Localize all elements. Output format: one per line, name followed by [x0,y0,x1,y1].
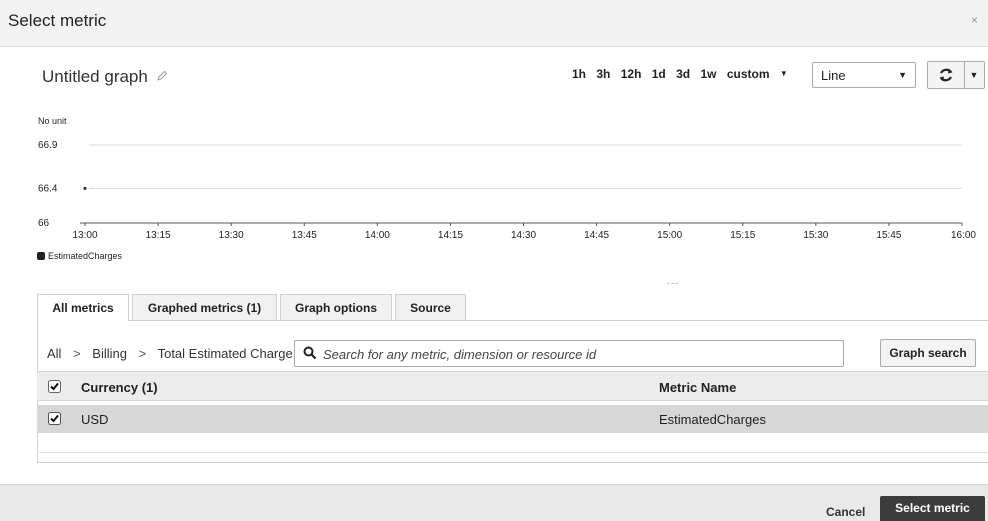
y-tick-label: 66.4 [38,183,58,194]
row-currency: USD [81,412,109,427]
time-range-3h[interactable]: 3h [596,67,610,81]
select-all-checkbox[interactable] [48,380,61,393]
graph-search-button[interactable]: Graph search [880,339,976,367]
cancel-button[interactable]: Cancel [826,505,865,519]
y-tick-label: 66.9 [38,140,58,151]
x-tick-label: 13:15 [146,230,171,241]
time-range-1d[interactable]: 1d [652,67,666,81]
row-checkbox[interactable] [48,412,61,425]
breadcrumb-all[interactable]: All [47,346,61,361]
search-icon [303,346,317,360]
time-range-1h[interactable]: 1h [572,67,586,81]
breadcrumb-billing[interactable]: Billing [92,346,127,361]
x-tick-label: 13:00 [72,230,97,241]
x-tick-label: 13:45 [292,230,317,241]
chevron-down-icon: ▼ [898,70,907,80]
refresh-icon [939,68,953,82]
time-range-custom[interactable]: custom ▼ [727,67,795,81]
column-header-currency[interactable]: Currency (1) [81,380,158,395]
tab-all-metrics[interactable]: All metrics [37,294,129,321]
y-tick-label: 66 [38,218,50,229]
refresh-button[interactable] [928,62,965,88]
x-tick-label: 13:30 [219,230,244,241]
graph-title[interactable]: Untitled graph [42,67,148,87]
metric-search-box [294,340,844,367]
x-tick-label: 16:00 [951,230,976,241]
series-estimated-charges [83,186,87,190]
x-tick-label: 15:30 [803,230,828,241]
refresh-options-dropdown[interactable]: ▼ [964,62,984,88]
data-point [83,186,87,190]
time-range-1w[interactable]: 1w [700,67,716,81]
table-row[interactable]: USD EstimatedCharges [37,405,988,433]
breadcrumb-separator: > [138,346,147,361]
caret-down-icon: ▼ [779,69,788,78]
row-divider [37,452,988,453]
x-tick-label: 14:00 [365,230,390,241]
x-tick-label: 14:45 [584,230,609,241]
chart-legend: EstimatedCharges [37,251,122,261]
x-tick-label: 15:00 [657,230,682,241]
tab-graphed-metrics[interactable]: Graphed metrics (1) [132,294,277,320]
breadcrumb-total-estimated-charge: Total Estimated Charge [157,346,293,361]
y-axis: 66.9 66.4 66 [38,140,58,229]
close-icon[interactable]: × [971,13,978,27]
graph-type-value: Line [821,68,846,83]
time-range-12h[interactable]: 12h [621,67,642,81]
time-range-selector: 1h 3h 12h 1d 3d 1w custom ▼ [572,67,802,81]
search-input[interactable] [321,344,825,365]
breadcrumb-separator: > [73,346,81,361]
table-header: Currency (1) Metric Name [37,371,988,401]
gridlines [80,144,962,224]
modal-header: Select metric × [0,0,988,47]
modal-title: Select metric [8,11,107,30]
custom-label: custom [726,67,770,81]
tab-graph-options[interactable]: Graph options [280,294,392,320]
metric-chart: No unit 66.966.466 13:00 13:15 13:30 13:45 1… [38,116,976,241]
legend-swatch [37,252,45,260]
refresh-button-group: ▼ [927,61,985,89]
breadcrumb: All > Billing > Total Estimated Charge [47,346,293,361]
tab-source[interactable]: Source [395,294,466,320]
x-tick-label: 14:15 [438,230,463,241]
x-tick-label: 15:45 [876,230,901,241]
y-axis-unit-label: No unit [38,116,67,126]
time-range-3d[interactable]: 3d [676,67,690,81]
resize-handle[interactable]: --- [667,278,679,288]
pencil-icon[interactable] [156,70,168,82]
column-header-metric-name[interactable]: Metric Name [659,380,736,395]
legend-label: EstimatedCharges [48,251,123,261]
graph-type-select[interactable]: Line ▼ [812,62,916,88]
x-axis: 13:00 13:15 13:30 13:45 14:00 14:15 14:30 14:45… [72,223,976,241]
x-tick-label: 15:15 [730,230,755,241]
row-metric-name: EstimatedCharges [659,412,766,427]
x-tick-label: 14:30 [511,230,536,241]
select-metric-button[interactable]: Select metric [880,496,985,521]
